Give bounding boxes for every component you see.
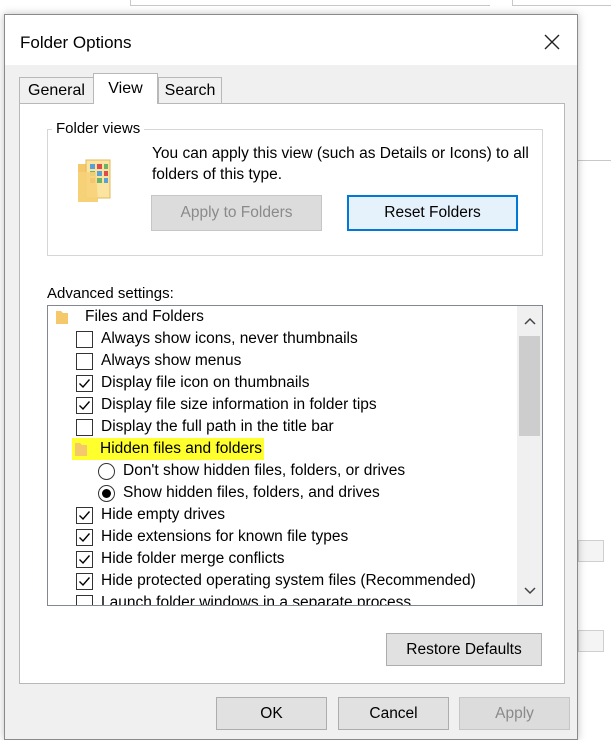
background-window-edge <box>578 160 611 161</box>
chevron-up-icon <box>523 317 536 325</box>
checkbox-checked[interactable] <box>76 550 93 568</box>
checkbox[interactable] <box>76 594 93 605</box>
chevron-down-icon <box>523 586 536 594</box>
checkbox[interactable] <box>76 352 93 370</box>
checkbox-checked[interactable] <box>76 506 93 524</box>
close-icon <box>544 34 560 50</box>
folder-options-dialog: Folder Options General View Search Folde… <box>4 14 578 740</box>
list-item[interactable]: Hide empty drives <box>76 504 225 526</box>
list-item[interactable]: Hide extensions for known file types <box>76 526 348 548</box>
list-item[interactable]: Hide protected operating system files (R… <box>76 570 476 592</box>
tab-search[interactable]: Search <box>158 77 222 103</box>
list-item[interactable]: Hide folder merge conflicts <box>76 548 285 570</box>
folder-icon <box>75 443 87 456</box>
check-icon <box>79 510 91 520</box>
highlight-mark: Hidden files and folders <box>72 438 264 460</box>
folder-icon <box>56 311 68 324</box>
check-icon <box>79 400 91 410</box>
list-item[interactable]: Launch folder windows in a separate proc… <box>76 592 411 605</box>
folder-views-description: You can apply this view (such as Details… <box>152 145 529 183</box>
cancel-button[interactable]: Cancel <box>338 697 449 730</box>
radio-button[interactable] <box>98 462 115 480</box>
view-tab-panel: Folder views You can apply this view (su… <box>19 103 565 684</box>
background-window-control <box>578 630 604 652</box>
list-item: Hidden files and folders <box>72 438 264 460</box>
close-button[interactable] <box>535 25 569 59</box>
background-window-edge <box>512 5 611 6</box>
background-window-edge <box>130 5 490 6</box>
list-item[interactable]: Always show icons, never thumbnails <box>76 328 358 350</box>
checkbox[interactable] <box>76 418 93 436</box>
background-window-control <box>578 540 604 562</box>
list-item[interactable]: Display the full path in the title bar <box>76 416 334 438</box>
reset-folders-button[interactable]: Reset Folders <box>347 195 518 231</box>
list-item[interactable]: Don't show hidden files, folders, or dri… <box>98 460 405 482</box>
scroll-down-button[interactable] <box>517 578 542 603</box>
folder-views-label: Folder views <box>52 120 145 137</box>
checkbox-checked[interactable] <box>76 374 93 392</box>
tab-general[interactable]: General <box>19 77 94 103</box>
list-item[interactable]: Display file size information in folder … <box>76 394 377 416</box>
tab-view[interactable]: View <box>93 73 158 104</box>
folder-views-group: Folder views You can apply this view (su… <box>47 120 543 256</box>
scroll-thumb[interactable] <box>519 336 540 436</box>
checkbox-checked[interactable] <box>76 528 93 546</box>
apply-button[interactable]: Apply <box>459 697 570 730</box>
list-item[interactable]: Always show menus <box>76 350 241 372</box>
ok-button[interactable]: OK <box>216 697 327 730</box>
check-icon <box>79 576 91 586</box>
advanced-settings-label: Advanced settings: <box>47 285 174 302</box>
checkbox[interactable] <box>76 330 93 348</box>
check-icon <box>79 378 91 388</box>
folder-view-icon <box>76 158 112 209</box>
title-bar: Folder Options <box>5 15 577 65</box>
checkbox-checked[interactable] <box>76 396 93 414</box>
list-scrollbar[interactable] <box>517 306 542 605</box>
scroll-up-button[interactable] <box>517 308 542 333</box>
restore-defaults-button[interactable]: Restore Defaults <box>386 633 542 666</box>
radio-button-selected[interactable] <box>98 484 115 502</box>
check-icon <box>79 532 91 542</box>
apply-to-folders-button[interactable]: Apply to Folders <box>151 195 322 231</box>
checkbox-checked[interactable] <box>76 572 93 590</box>
dialog-title: Folder Options <box>20 33 132 52</box>
list-item[interactable]: Show hidden files, folders, and drives <box>98 482 380 504</box>
list-item: Files and Folders <box>55 306 204 328</box>
list-item[interactable]: Display file icon on thumbnails <box>76 372 310 394</box>
advanced-settings-list[interactable]: Files and Folders Always show icons, nev… <box>47 305 543 606</box>
check-icon <box>79 554 91 564</box>
